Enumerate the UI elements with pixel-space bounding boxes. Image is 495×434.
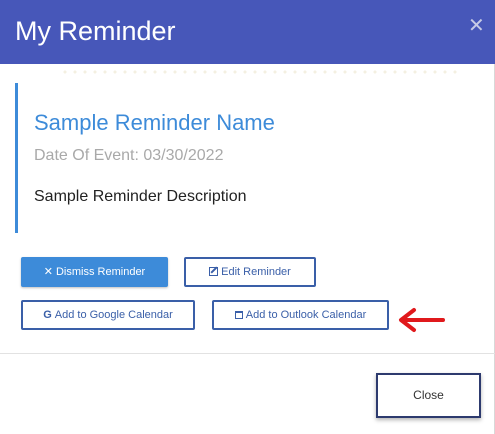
reminder-description: Sample Reminder Description (34, 188, 247, 205)
close-button[interactable]: Close (376, 373, 481, 418)
google-icon: G (43, 309, 52, 321)
decorative-dots (60, 68, 460, 76)
modal-title: My Reminder (15, 16, 176, 46)
reminder-modal: My Reminder ✕ Sample Reminder Name Date … (0, 0, 495, 434)
modal-header: My Reminder ✕ (0, 0, 495, 64)
footer-divider (0, 353, 495, 354)
dismiss-reminder-button[interactable]: ✕ Dismiss Reminder (21, 257, 168, 287)
close-icon[interactable]: ✕ (468, 16, 485, 36)
reminder-name: Sample Reminder Name (34, 110, 275, 135)
edit-icon (209, 267, 219, 276)
add-to-google-calendar-button[interactable]: G Add to Google Calendar (21, 300, 195, 330)
arrow-icon (399, 308, 445, 332)
reminder-card: Sample Reminder Name Date Of Event: 03/3… (15, 83, 418, 233)
add-to-google-calendar-label: Add to Google Calendar (54, 309, 173, 321)
dismiss-reminder-label: Dismiss Reminder (55, 266, 146, 278)
add-to-outlook-calendar-button[interactable]: Add to Outlook Calendar (212, 300, 389, 330)
add-to-outlook-calendar-label: Add to Outlook Calendar (245, 309, 367, 321)
calendar-icon (234, 311, 243, 319)
reminder-date: Date Of Event: 03/30/2022 (34, 147, 224, 164)
edit-reminder-button[interactable]: Edit Reminder (184, 257, 316, 287)
edit-reminder-label: Edit Reminder (221, 266, 291, 278)
close-icon: ✕ (43, 266, 53, 278)
